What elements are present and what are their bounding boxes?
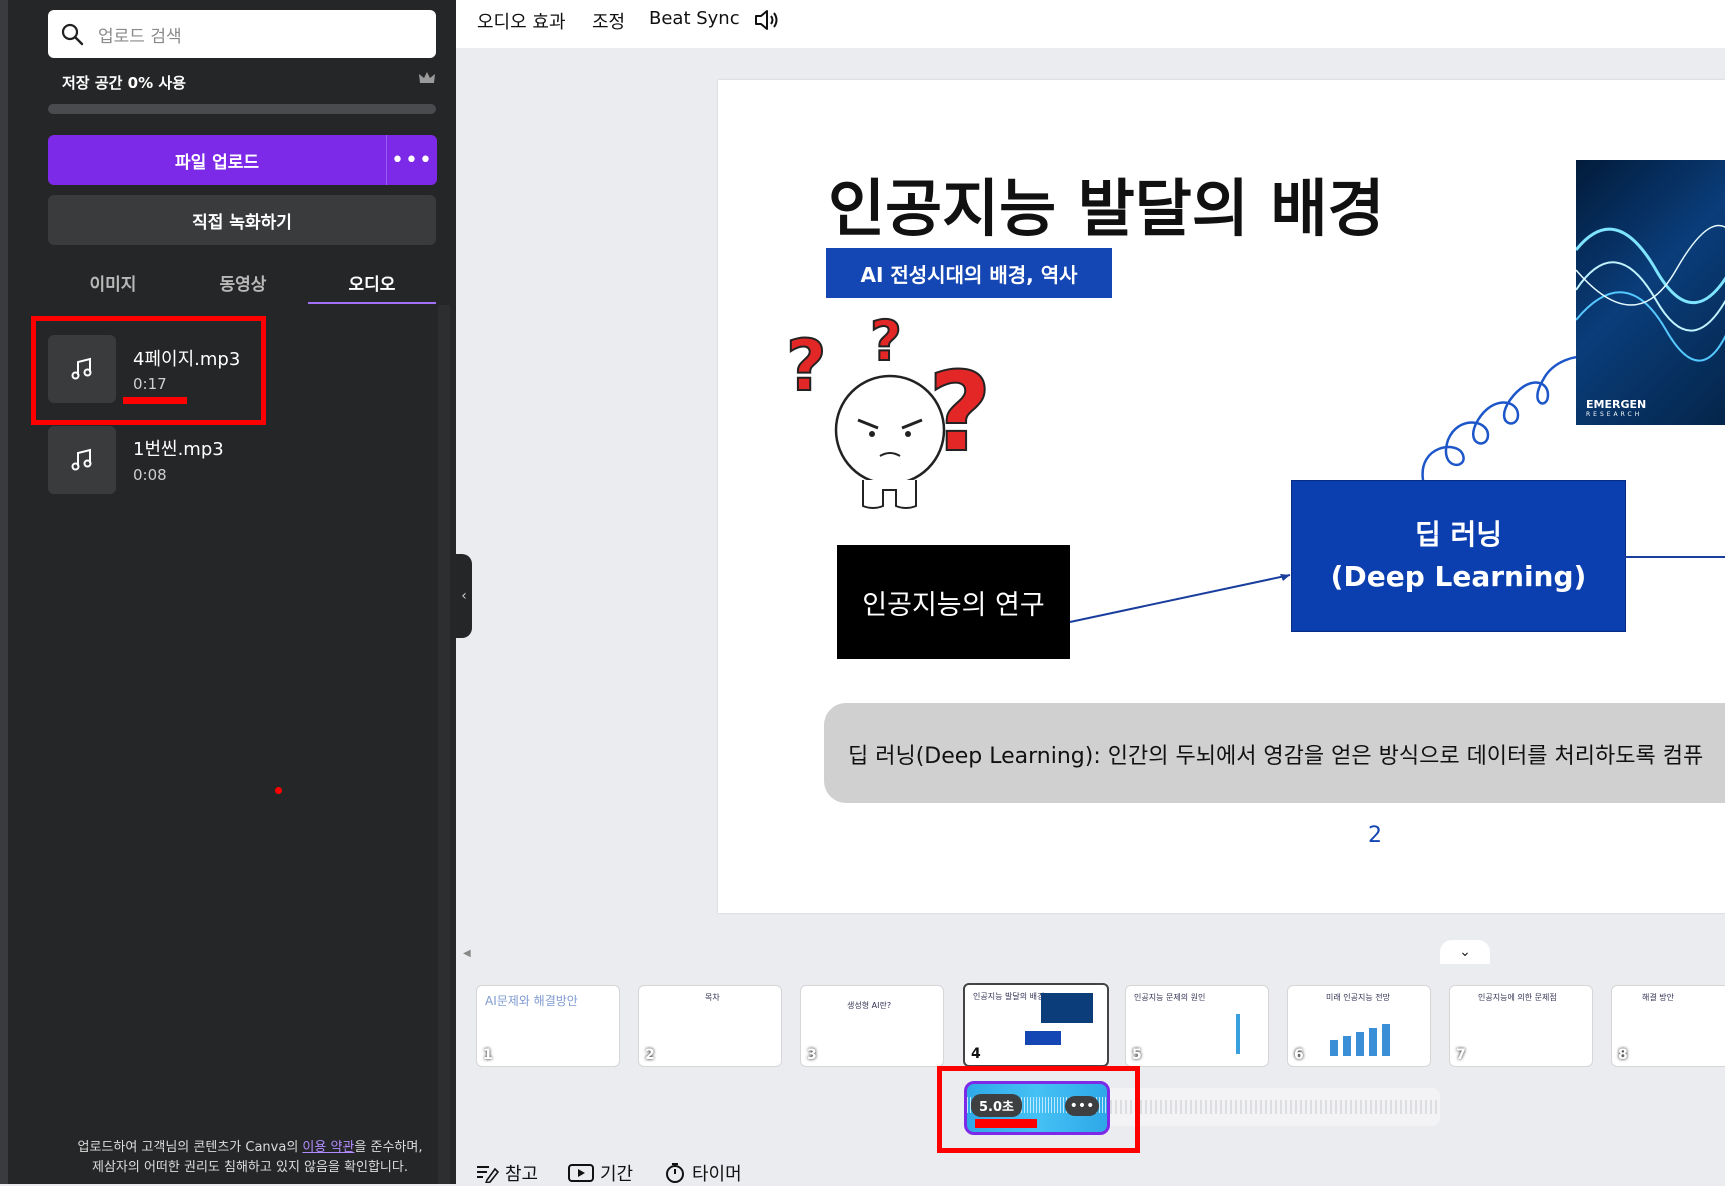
spiral-doodle bbox=[1421, 355, 1587, 481]
audio-effects-button[interactable]: 오디오 효과 bbox=[477, 8, 566, 34]
adjust-button[interactable]: 조정 bbox=[592, 8, 625, 34]
collapse-panel-button[interactable]: ‹ bbox=[456, 554, 472, 638]
chevron-left-icon: ‹ bbox=[461, 588, 467, 604]
slide-subtitle[interactable]: AI 전성시대의 배경, 역사 bbox=[826, 248, 1112, 298]
chevron-down-icon: ⌄ bbox=[1459, 944, 1471, 960]
thumbnail-mini-bar bbox=[1236, 1014, 1240, 1054]
audio-file-name: 1번씬.mp3 bbox=[133, 439, 224, 460]
collapse-timeline-button[interactable]: ⌄ bbox=[1440, 940, 1490, 964]
search-placeholder: 업로드 검색 bbox=[98, 27, 182, 47]
arrow-connector bbox=[1069, 574, 1291, 623]
confused-character-illustration[interactable]: ? ? ? bbox=[778, 300, 1008, 510]
upload-legal-notice: 업로드하여 고객님의 콘텐츠가 Canva의 이용 약관을 준수하며, 제삼자의… bbox=[40, 1138, 460, 1178]
caption-text: 딥 러닝(Deep Learning): 인간의 두뇌에서 영감을 얻은 방식으… bbox=[848, 744, 1704, 769]
thumbnail-title: 생성형 AI란? bbox=[847, 1001, 892, 1010]
logo-text: EMERGEN bbox=[1586, 398, 1647, 411]
beat-sync-button[interactable]: Beat Sync bbox=[649, 8, 740, 29]
ai-research-box[interactable]: 인공지능의 연구 bbox=[837, 545, 1070, 659]
emergen-research-image[interactable]: EMERGEN RESEARCH bbox=[1576, 160, 1725, 425]
annotation-box bbox=[31, 316, 266, 425]
thumbnail-number: 8 bbox=[1618, 1047, 1628, 1063]
slide-canvas[interactable]: 인공지능 발달의 배경 AI 전성시대의 배경, 역사 ? ? ? 인공지능의 … bbox=[718, 80, 1725, 913]
storage-label: 저장 공간 0% 사용 bbox=[62, 74, 186, 92]
logo-subtext: RESEARCH bbox=[1586, 411, 1643, 418]
emergen-logo: EMERGEN RESEARCH bbox=[1586, 398, 1646, 418]
thumbnail-mini-chart bbox=[1330, 1024, 1390, 1056]
page-thumbnail[interactable]: 목차 2 bbox=[638, 985, 782, 1067]
page-thumbnail[interactable]: 미래 인공지능 전망 6 bbox=[1287, 985, 1431, 1067]
play-box-icon bbox=[568, 1164, 594, 1182]
thumbnail-title: 목차 bbox=[705, 993, 720, 1002]
annotation-underline bbox=[123, 397, 187, 404]
page-thumbnail[interactable]: 인공지능에 의한 문제점 7 bbox=[1449, 985, 1593, 1067]
svg-text:?: ? bbox=[786, 325, 827, 407]
tab-audio[interactable]: 오디오 bbox=[308, 262, 436, 304]
page-thumbnail[interactable]: AI문제와 해결방안 1 bbox=[476, 985, 620, 1067]
legal-text: 제삼자의 어떠한 권리도 침해하고 있지 않음을 확인합니다. bbox=[92, 1160, 408, 1175]
thumbnail-number: 4 bbox=[971, 1046, 981, 1062]
thumbnail-title: AI문제와 해결방안 bbox=[485, 994, 578, 1008]
thumbnail-number: 5 bbox=[1132, 1047, 1142, 1063]
thumbnail-title: 인공지능 문제의 원인 bbox=[1134, 993, 1206, 1002]
left-rail bbox=[0, 0, 8, 1184]
notes-icon bbox=[477, 1166, 499, 1183]
timer-button[interactable]: 타이머 bbox=[664, 1160, 742, 1186]
deep-learning-box[interactable]: 딥 러닝 (Deep Learning) bbox=[1291, 480, 1626, 632]
page-number: 2 bbox=[1368, 823, 1382, 848]
duration-button[interactable]: 기간 bbox=[568, 1160, 633, 1186]
thumbnail-number: 7 bbox=[1456, 1047, 1466, 1063]
light-waves-graphic bbox=[1576, 224, 1725, 362]
thumbnail-number: 6 bbox=[1294, 1047, 1304, 1063]
thumbnail-title: 해결 방안 bbox=[1642, 993, 1674, 1002]
editor-toolbar bbox=[456, 0, 1725, 48]
panel-scrollbar[interactable] bbox=[438, 305, 450, 1184]
scroll-left-icon[interactable]: ◀ bbox=[463, 948, 471, 959]
deep-learning-subtitle: (Deep Learning) bbox=[1330, 560, 1587, 593]
thumbnail-number: 3 bbox=[807, 1047, 817, 1063]
svg-text:?: ? bbox=[870, 309, 902, 373]
thumbnail-number: 1 bbox=[483, 1047, 493, 1063]
connector-line bbox=[1624, 556, 1725, 558]
stopwatch-icon bbox=[666, 1163, 684, 1183]
duration-label: 기간 bbox=[600, 1164, 634, 1185]
timer-label: 타이머 bbox=[692, 1164, 742, 1185]
slide-title[interactable]: 인공지능 발달의 배경 bbox=[828, 158, 1385, 248]
audio-file-duration: 0:08 bbox=[133, 466, 167, 484]
thumbnail-mini-image bbox=[1041, 993, 1093, 1023]
tab-videos[interactable]: 동영상 bbox=[178, 262, 308, 302]
notes-button[interactable]: 참고 bbox=[475, 1160, 538, 1186]
storage-progress-bar bbox=[48, 104, 436, 114]
page-thumbnail[interactable]: 해결 방안 8 bbox=[1611, 985, 1725, 1067]
search-input[interactable]: 업로드 검색 bbox=[48, 10, 436, 58]
terms-link[interactable]: 이용 약관 bbox=[302, 1140, 354, 1155]
audio-item[interactable]: 1번씬.mp3 0:08 bbox=[48, 426, 428, 501]
annotation-box bbox=[937, 1066, 1140, 1153]
crown-icon[interactable] bbox=[418, 70, 436, 86]
volume-icon[interactable] bbox=[753, 8, 779, 32]
upload-more-button[interactable]: ••• bbox=[386, 135, 437, 185]
notes-label: 참고 bbox=[505, 1164, 539, 1185]
thumbnail-title: 미래 인공지능 전망 bbox=[1326, 993, 1390, 1002]
legal-text: 을 준수하며, bbox=[354, 1140, 423, 1155]
upload-file-button[interactable]: 파일 업로드 bbox=[48, 135, 386, 185]
thumbnail-mini-box bbox=[1025, 1031, 1061, 1045]
deep-learning-title: 딥 러닝 bbox=[1414, 518, 1503, 551]
record-yourself-button[interactable]: 직접 녹화하기 bbox=[48, 195, 436, 245]
thumbnail-title: 인공지능에 의한 문제점 bbox=[1478, 993, 1557, 1002]
page-thumbnail-selected[interactable]: 인공지능 발달의 배경 4 bbox=[963, 983, 1109, 1067]
thumbnail-title: 인공지능 발달의 배경 bbox=[973, 992, 1045, 1001]
legal-text: 업로드하여 고객님의 콘텐츠가 Canva의 bbox=[77, 1140, 303, 1155]
search-icon bbox=[61, 23, 84, 46]
music-note-icon bbox=[71, 448, 92, 471]
thumbnail-number: 2 bbox=[645, 1047, 655, 1063]
page-thumbnail[interactable]: 인공지능 문제의 원인 5 bbox=[1125, 985, 1269, 1067]
page-thumbnail[interactable]: 생성형 AI란? 3 bbox=[800, 985, 944, 1067]
annotation-underline bbox=[975, 1119, 1037, 1128]
audio-thumbnail bbox=[48, 426, 116, 494]
tab-images[interactable]: 이미지 bbox=[48, 262, 178, 302]
annotation-dot bbox=[275, 787, 282, 794]
